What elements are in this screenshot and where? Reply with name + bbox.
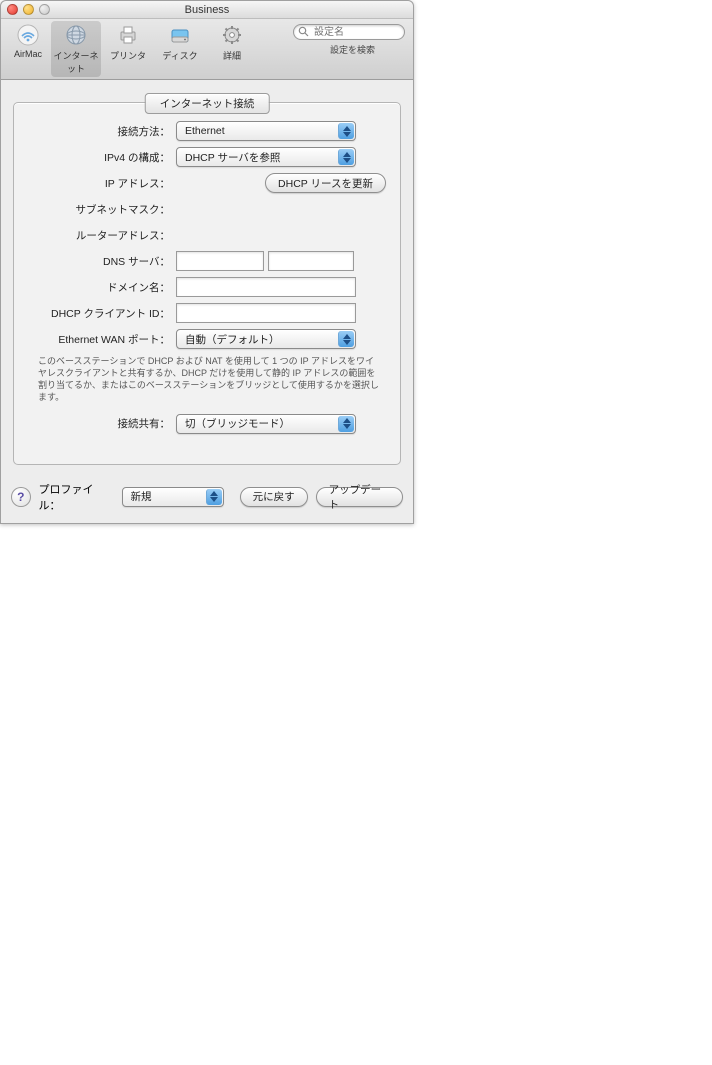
disk-icon xyxy=(166,22,194,48)
globe-icon xyxy=(62,22,90,48)
select-value: 切（ブリッジモード） xyxy=(185,416,290,431)
toolbar-item-airmac[interactable]: AirMac xyxy=(7,21,49,77)
window-controls xyxy=(7,4,50,15)
titlebar: Business xyxy=(1,1,413,19)
app-window: Business AirMac xyxy=(0,0,414,524)
input-domain-name[interactable] xyxy=(176,277,356,297)
select-profile[interactable]: 新規 xyxy=(122,487,224,507)
toolbar-label: プリンタ xyxy=(103,49,153,62)
label-profile: プロファイル： xyxy=(39,481,114,513)
chevron-updown-icon xyxy=(206,489,222,505)
select-value: 新規 xyxy=(131,489,152,504)
minimize-icon[interactable] xyxy=(23,4,34,15)
search-help-text: 設定を検索 xyxy=(293,43,405,56)
zoom-icon[interactable] xyxy=(39,4,50,15)
label-dns-server: DNS サーバ： xyxy=(28,254,176,269)
select-value: DHCP サーバを参照 xyxy=(185,150,280,165)
close-icon[interactable] xyxy=(7,4,18,15)
help-button[interactable]: ? xyxy=(11,487,31,507)
search-input[interactable] xyxy=(293,24,405,40)
toolbar-item-advanced[interactable]: 詳細 xyxy=(207,21,257,77)
chevron-updown-icon xyxy=(338,331,354,347)
toolbar-label: AirMac xyxy=(7,49,49,59)
select-connect-method[interactable]: Ethernet xyxy=(176,121,356,141)
toolbar-label: インターネット xyxy=(51,49,101,75)
toolbar-label: ディスク xyxy=(155,49,205,62)
help-icon: ? xyxy=(17,490,24,504)
toolbar-item-printer[interactable]: プリンタ xyxy=(103,21,153,77)
input-dhcp-client-id[interactable] xyxy=(176,303,356,323)
toolbar-label: 詳細 xyxy=(207,49,257,62)
chevron-updown-icon xyxy=(338,123,354,139)
toolbar-item-internet[interactable]: インターネット xyxy=(51,21,101,77)
select-wan-port[interactable]: 自動（デフォルト） xyxy=(176,329,356,349)
label-wan-port: Ethernet WAN ポート： xyxy=(28,332,176,347)
tab-internet-connection[interactable]: インターネット接続 xyxy=(145,93,270,114)
select-connection-sharing[interactable]: 切（ブリッジモード） xyxy=(176,414,356,434)
select-value: Ethernet xyxy=(185,125,225,137)
label-dhcp-client-id: DHCP クライアント ID： xyxy=(28,306,176,321)
label-connect-method: 接続方法： xyxy=(28,124,176,139)
hint-text: このベースステーションで DHCP および NAT を使用して 1 つの IP … xyxy=(38,355,382,404)
label-router-address: ルーターアドレス： xyxy=(28,228,176,243)
select-value: 自動（デフォルト） xyxy=(185,332,280,347)
wifi-icon xyxy=(14,22,42,48)
label-connection-sharing: 接続共有： xyxy=(28,416,176,431)
input-dns2[interactable] xyxy=(268,251,354,271)
content-area: インターネット接続 接続方法： Ethernet IPv4 の構成： DHCP … xyxy=(1,80,413,473)
window-title: Business xyxy=(1,1,413,19)
search-icon xyxy=(298,26,309,40)
toolbar: AirMac インターネット xyxy=(1,19,413,80)
button-renew-dhcp-lease[interactable]: DHCP リースを更新 xyxy=(265,173,386,193)
button-revert[interactable]: 元に戻す xyxy=(240,487,308,507)
input-dns1[interactable] xyxy=(176,251,264,271)
select-ipv4-config[interactable]: DHCP サーバを参照 xyxy=(176,147,356,167)
label-ipv4-config: IPv4 の構成： xyxy=(28,150,176,165)
chevron-updown-icon xyxy=(338,416,354,432)
label-domain-name: ドメイン名： xyxy=(28,280,176,295)
toolbar-item-disk[interactable]: ディスク xyxy=(155,21,205,77)
search-field[interactable] xyxy=(293,24,405,40)
gear-icon xyxy=(218,22,246,48)
footer: ? プロファイル： 新規 元に戻す アップデート xyxy=(1,473,413,523)
chevron-updown-icon xyxy=(338,149,354,165)
tab-panel: インターネット接続 接続方法： Ethernet IPv4 の構成： DHCP … xyxy=(13,102,401,465)
label-subnet-mask: サブネットマスク： xyxy=(28,202,176,217)
label-ip-address: IP アドレス： xyxy=(28,176,176,191)
button-update[interactable]: アップデート xyxy=(316,487,403,507)
printer-icon xyxy=(114,22,142,48)
